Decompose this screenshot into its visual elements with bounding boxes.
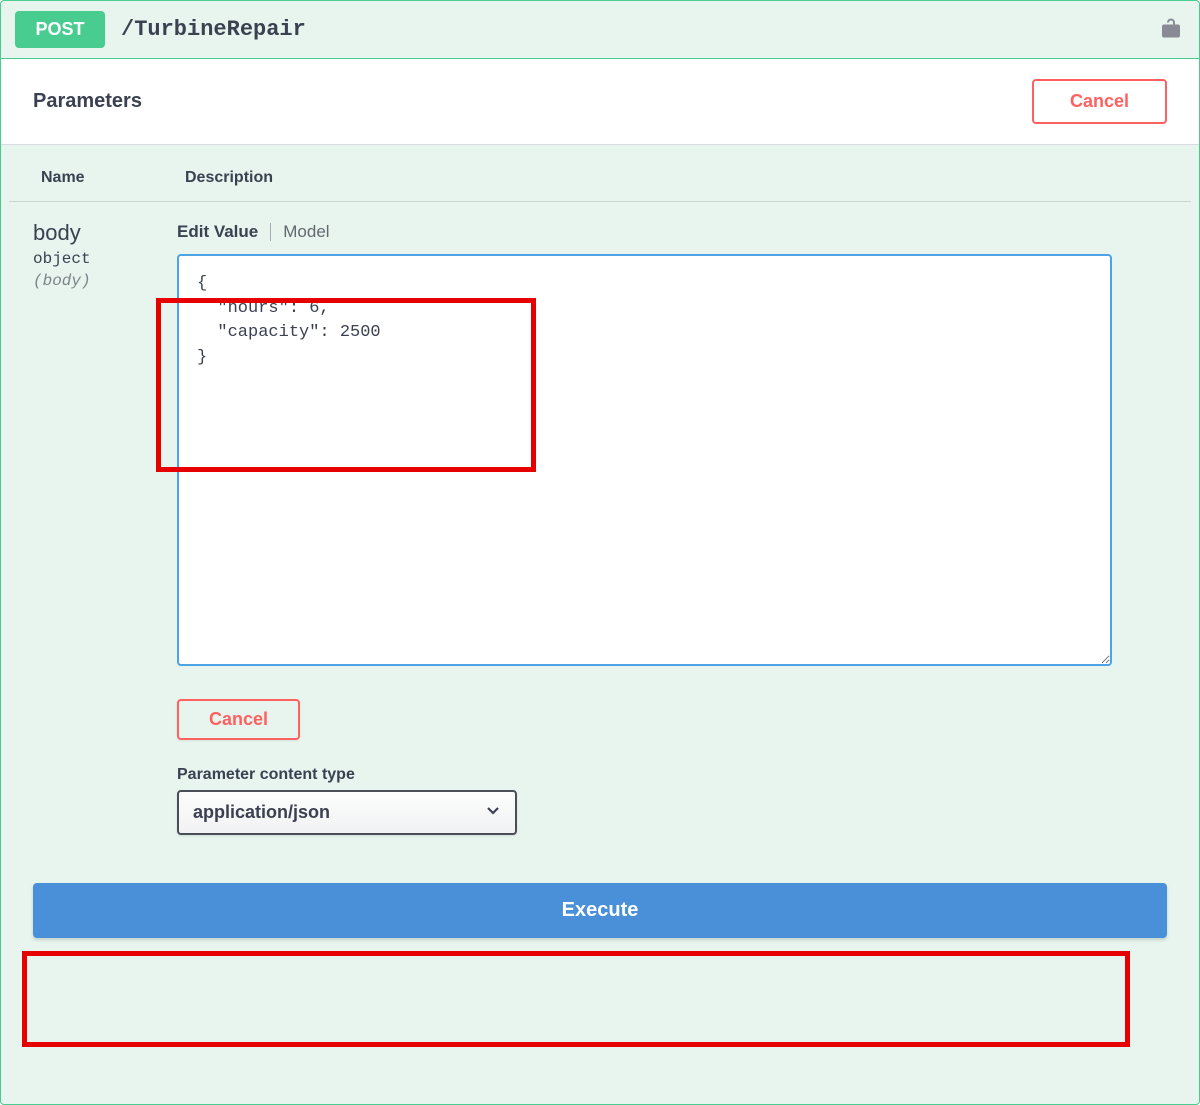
method-badge: POST [15, 11, 105, 48]
tab-edit-value[interactable]: Edit Value [177, 220, 258, 244]
content-type-label: Parameter content type [177, 766, 1167, 784]
parameters-table-header: Name Description [9, 145, 1191, 202]
parameters-header: Parameters Cancel [1, 59, 1199, 145]
tab-divider [270, 223, 271, 241]
parameter-row: body object (body) Edit Value Model Canc… [1, 202, 1199, 835]
content-type-select-wrap: application/json [177, 790, 517, 835]
body-tabs: Edit Value Model [177, 220, 1167, 244]
execute-section: Execute [1, 865, 1199, 962]
operation-summary[interactable]: POST /TurbineRepair [1, 1, 1199, 59]
parameters-title: Parameters [33, 90, 142, 113]
endpoint-path: /TurbineRepair [121, 17, 306, 42]
column-header-name: Name [41, 169, 185, 187]
parameter-name-cell: body object (body) [33, 220, 177, 835]
cancel-body-button[interactable]: Cancel [177, 699, 300, 740]
body-input[interactable] [177, 254, 1112, 666]
parameter-name: body [33, 220, 177, 246]
content-type-select[interactable]: application/json [177, 790, 517, 835]
parameter-description-cell: Edit Value Model Cancel Parameter conten… [177, 220, 1167, 835]
tab-model[interactable]: Model [283, 220, 329, 244]
parameter-in: (body) [33, 272, 177, 290]
column-header-description: Description [185, 169, 1159, 187]
annotation-highlight-execute [22, 951, 1130, 1047]
execute-button[interactable]: Execute [33, 883, 1167, 938]
cancel-try-out-button[interactable]: Cancel [1032, 79, 1167, 124]
parameter-type: object [33, 250, 177, 268]
unlock-icon[interactable] [1161, 16, 1181, 43]
operation-block: POST /TurbineRepair Parameters Cancel Na… [0, 0, 1200, 1105]
